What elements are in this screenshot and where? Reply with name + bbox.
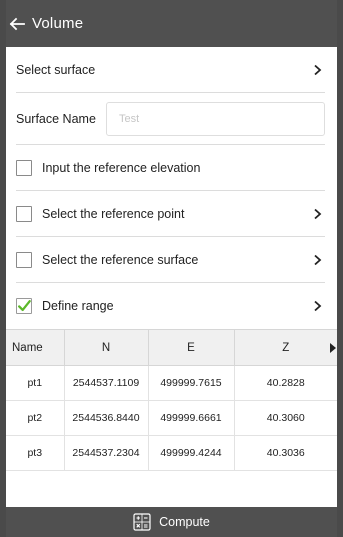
cell-name: pt3 <box>6 435 65 471</box>
table-header-row: Name N E Z <box>6 329 339 366</box>
column-header-z-label: Z <box>282 341 290 354</box>
define-range-checkbox[interactable] <box>16 298 32 314</box>
option-row-define-range[interactable]: Define range <box>16 283 325 329</box>
reference-elevation-checkbox[interactable] <box>16 159 32 176</box>
compute-label: Compute <box>159 515 210 529</box>
option-row-reference-surface[interactable]: Select the reference surface <box>16 237 325 283</box>
chevron-right-icon <box>311 253 325 267</box>
cell-e: 499999.7615 <box>148 365 235 401</box>
column-header-name[interactable]: Name <box>6 329 65 366</box>
option-label: Define range <box>42 299 114 313</box>
column-header-z[interactable]: Z <box>234 329 339 366</box>
chevron-right-icon <box>311 207 325 221</box>
table-row[interactable]: pt3 2544537.2304 499999.4244 40.3036 <box>6 435 337 471</box>
scroll-right-icon[interactable] <box>329 342 339 354</box>
option-label: Select the reference surface <box>42 252 199 267</box>
surface-name-input[interactable] <box>106 101 325 136</box>
cell-n: 2544537.1109 <box>64 365 149 401</box>
chevron-right-icon <box>311 63 325 77</box>
option-label: Select the reference point <box>42 206 185 221</box>
cell-z: 40.3060 <box>234 400 337 436</box>
checkmark-icon <box>18 300 31 312</box>
cell-name: pt2 <box>6 400 65 436</box>
cell-z: 40.3036 <box>234 435 337 471</box>
surface-name-row: Surface Name <box>16 93 325 145</box>
option-row-reference-elevation[interactable]: Input the reference elevation <box>16 145 325 191</box>
chevron-right-icon <box>311 299 325 313</box>
option-row-reference-point[interactable]: Select the reference point <box>16 191 325 237</box>
reference-surface-checkbox[interactable] <box>16 251 32 268</box>
points-table-wrap: Name N E Z pt1 2544537.1109 499999.7615 <box>6 329 337 471</box>
option-label: Input the reference elevation <box>42 160 201 175</box>
cell-n: 2544536.8440 <box>64 400 149 436</box>
select-surface-row[interactable]: Select surface <box>16 47 325 93</box>
back-button[interactable]: Volume <box>8 0 83 47</box>
page-title: Volume <box>32 15 84 32</box>
cell-name: pt1 <box>6 365 65 401</box>
cell-n: 2544537.2304 <box>64 435 149 471</box>
cell-z: 40.2828 <box>234 365 337 401</box>
app-header: Volume <box>6 0 337 47</box>
points-table: Name N E Z pt1 2544537.1109 499999.7615 <box>6 329 337 471</box>
app-frame: Volume Select surface Surface Name Input… <box>0 0 343 537</box>
reference-point-checkbox[interactable] <box>16 205 32 222</box>
arrow-left-icon <box>8 15 26 33</box>
column-header-e[interactable]: E <box>148 329 235 366</box>
column-header-n[interactable]: N <box>64 329 149 366</box>
compute-button[interactable]: Compute <box>6 507 337 537</box>
calculator-icon <box>133 513 159 531</box>
surface-name-label: Surface Name <box>16 111 96 126</box>
select-surface-label: Select surface <box>16 62 96 77</box>
cell-e: 499999.6661 <box>148 400 235 436</box>
cell-e: 499999.4244 <box>148 435 235 471</box>
table-row[interactable]: pt1 2544537.1109 499999.7615 40.2828 <box>6 365 337 401</box>
table-row[interactable]: pt2 2544536.8440 499999.6661 40.3060 <box>6 400 337 436</box>
